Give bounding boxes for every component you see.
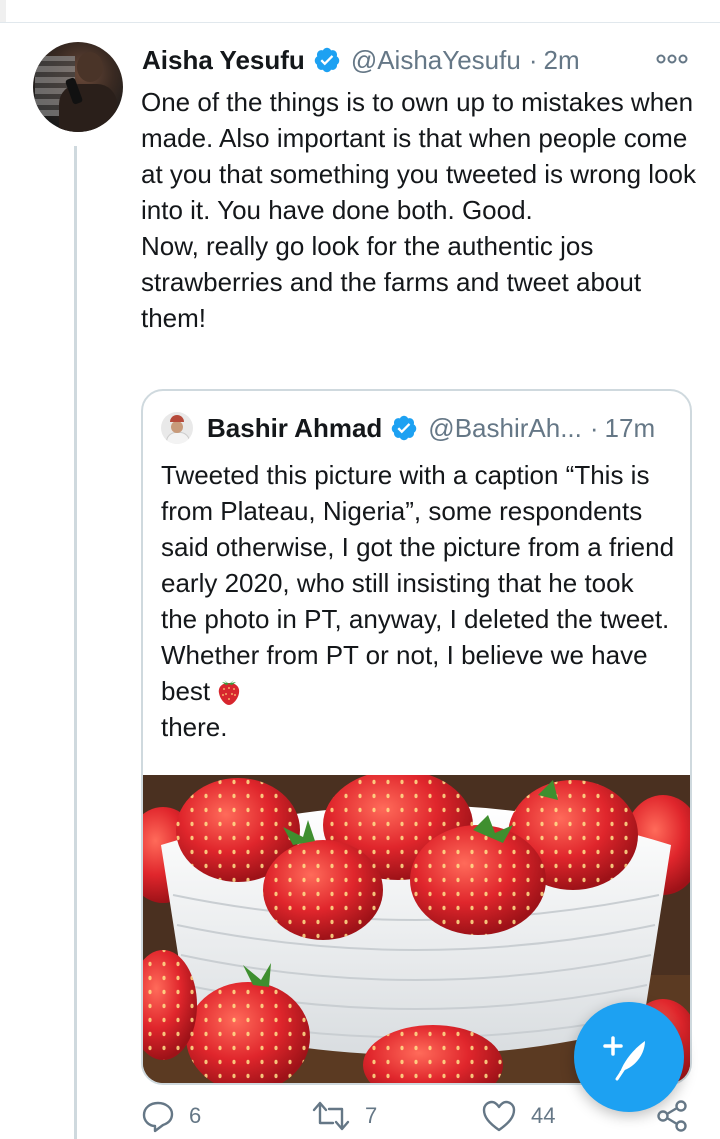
quoted-tweet-header: Bashir Ahmad @BashirAh... · 17m [161,411,655,445]
tweet-text-paragraph-2: Now, really go look for the authentic jo… [141,231,642,333]
strawberry-emoji-icon [218,680,240,705]
author-handle[interactable]: @AishaYesufu [351,45,521,76]
tweet-header: Aisha Yesufu @AishaYesufu · 2m [142,42,580,78]
quoted-tweet-text-tail: there. [161,712,228,742]
quoted-avatar-robe [166,432,190,444]
quoted-author-avatar[interactable] [161,412,193,444]
like-heart-icon [482,1100,516,1132]
reply-icon [142,1101,174,1133]
share-action[interactable] [655,1094,689,1138]
quoted-avatar-face [171,421,183,433]
top-divider-stub [0,0,6,22]
like-action[interactable]: 44 [481,1094,555,1138]
thread-line [74,146,77,1139]
retweet-count: 7 [365,1103,378,1128]
quoted-author-handle[interactable]: @BashirAh... [428,413,582,444]
quoted-tweet[interactable]: Bashir Ahmad @BashirAh... · 17m Tweeted … [141,389,692,1085]
verified-badge-icon [314,47,340,73]
top-divider [0,0,720,23]
like-count: 44 [531,1103,556,1128]
header-separator: · [528,44,538,75]
tweet-time[interactable]: 2m [543,45,579,76]
compose-feather-icon [603,1036,645,1081]
reply-count: 6 [189,1103,202,1128]
retweet-icon [312,1101,350,1131]
more-options-icon[interactable] [655,50,689,68]
author-name[interactable]: Aisha Yesufu [142,45,305,76]
avatar-face [77,52,103,82]
tweet-text: One of the things is to own up to mistak… [141,84,701,336]
quoted-tweet-text-body: Tweeted this picture with a caption “Thi… [161,460,675,706]
quoted-tweet-text: Tweeted this picture with a caption “Thi… [161,457,676,745]
quoted-author-name[interactable]: Bashir Ahmad [207,413,382,444]
share-icon [657,1100,687,1132]
quoted-tweet-time[interactable]: 17m [605,413,656,444]
tweet-actions: 6 7 44 [141,1094,701,1138]
reply-action[interactable]: 6 [141,1094,201,1138]
quoted-header-separator: · [589,412,599,443]
retweet-action[interactable]: 7 [311,1094,377,1138]
avatar-shirt [59,84,117,132]
quoted-avatar-cap [170,415,184,422]
tweet-text-paragraph-1: One of the things is to own up to mistak… [141,87,696,225]
quoted-verified-badge-icon [392,415,417,441]
author-avatar[interactable] [33,42,123,132]
